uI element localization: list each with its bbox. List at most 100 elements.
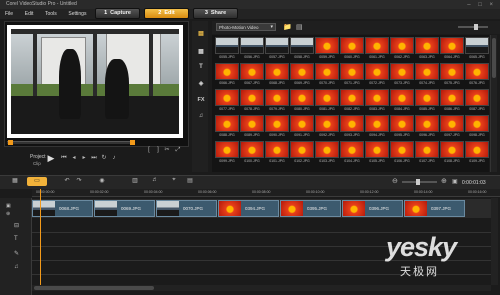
library-thumbnail[interactable]: 0064.JPG bbox=[440, 37, 464, 61]
library-thumbnail[interactable]: 0089.JPG bbox=[240, 115, 264, 139]
library-thumbnail[interactable]: 0091.JPG bbox=[290, 115, 314, 139]
library-thumbnail[interactable]: 0071.JPG bbox=[340, 63, 364, 87]
timeline-horizontal-scrollbar[interactable] bbox=[32, 285, 491, 291]
title-track-icon[interactable]: T bbox=[14, 236, 18, 242]
menu-tools[interactable]: Tools bbox=[40, 9, 62, 19]
library-thumbnail[interactable]: 0069.JPG bbox=[290, 63, 314, 87]
voice-track-icon[interactable]: ✎ bbox=[14, 250, 19, 257]
redo-icon[interactable]: ↷ bbox=[74, 177, 84, 186]
split-icon[interactable]: ✂ bbox=[163, 146, 171, 154]
library-thumbnail[interactable]: 0058.JPG bbox=[290, 37, 314, 61]
library-thumbnail[interactable]: 0084.JPG bbox=[390, 89, 414, 113]
library-thumbnail[interactable]: 0062.JPG bbox=[390, 37, 414, 61]
home-icon[interactable]: ⏮ bbox=[60, 154, 68, 162]
undo-icon[interactable]: ↶ bbox=[62, 177, 72, 186]
library-thumbnail[interactable]: 0094.JPG bbox=[365, 115, 389, 139]
previous-icon[interactable]: ◂ bbox=[70, 154, 78, 162]
timeline-clip[interactable]: 0070.JPG bbox=[156, 200, 217, 217]
library-thumbnail[interactable]: 0104.JPG bbox=[340, 141, 364, 165]
library-thumbnail[interactable]: 0097.JPG bbox=[440, 115, 464, 139]
library-thumbnail[interactable]: 0106.JPG bbox=[390, 141, 414, 165]
menu-edit[interactable]: Edit bbox=[20, 9, 39, 19]
library-thumbnail[interactable]: 0092.JPG bbox=[315, 115, 339, 139]
end-icon[interactable]: ⏭ bbox=[90, 154, 98, 162]
library-thumbnail[interactable]: 0102.JPG bbox=[290, 141, 314, 165]
library-thumbnail[interactable]: 0108.JPG bbox=[440, 141, 464, 165]
slider-knob[interactable] bbox=[474, 24, 478, 30]
zoom-slider[interactable] bbox=[402, 179, 437, 185]
library-thumbnail[interactable]: 0065.JPG bbox=[465, 37, 489, 61]
scrub-bar[interactable] bbox=[7, 141, 134, 144]
thumbnail-size-slider[interactable] bbox=[458, 24, 488, 30]
menu-file[interactable]: File bbox=[0, 9, 18, 19]
library-thumbnail[interactable]: 0075.JPG bbox=[440, 63, 464, 87]
library-thumbnail[interactable]: 0099.JPG bbox=[215, 141, 239, 165]
video-track-icon[interactable]: ▣ bbox=[6, 203, 11, 209]
library-scrollbar[interactable] bbox=[490, 35, 497, 172]
timeline-clip[interactable]: 0396.JPG bbox=[342, 200, 403, 217]
overlay-track-icon[interactable]: ⊟ bbox=[14, 222, 19, 229]
library-thumbnail[interactable]: 0096.JPG bbox=[415, 115, 439, 139]
library-thumbnail[interactable]: 0082.JPG bbox=[340, 89, 364, 113]
library-thumbnail[interactable]: 0059.JPG bbox=[315, 37, 339, 61]
tab-edit[interactable]: 2 Edit bbox=[144, 8, 189, 19]
tab-capture[interactable]: 1 Capture bbox=[95, 8, 140, 19]
timeline-clip[interactable]: 0397.JPG bbox=[404, 200, 465, 217]
fullscreen-icon[interactable]: ⤢ bbox=[174, 146, 182, 154]
mark-out-icon[interactable]: ] bbox=[154, 146, 162, 154]
music-track-icon[interactable]: ♫ bbox=[14, 264, 19, 270]
graphic-tab-icon[interactable]: ◈ bbox=[195, 80, 207, 90]
add-folder-icon[interactable]: 📁 bbox=[283, 23, 292, 31]
library-thumbnail[interactable]: 0083.JPG bbox=[365, 89, 389, 113]
library-thumbnail[interactable]: 0068.JPG bbox=[265, 63, 289, 87]
library-thumbnail[interactable]: 0057.JPG bbox=[265, 37, 289, 61]
library-thumbnail[interactable]: 0087.JPG bbox=[465, 89, 489, 113]
library-thumbnail[interactable]: 0063.JPG bbox=[415, 37, 439, 61]
library-thumbnail[interactable]: 0070.JPG bbox=[315, 63, 339, 87]
timeline-view-icon[interactable]: ▭ bbox=[27, 177, 47, 186]
library-thumbnail[interactable]: 0085.JPG bbox=[415, 89, 439, 113]
library-thumbnail[interactable]: 0109.JPG bbox=[465, 141, 489, 165]
subtitle-editor-icon[interactable]: ▤ bbox=[184, 177, 196, 186]
library-category-select[interactable]: Photo-Motion Video ▾ bbox=[216, 23, 276, 31]
library-thumbnail[interactable]: 0100.JPG bbox=[240, 141, 264, 165]
playhead[interactable] bbox=[40, 189, 41, 285]
clip-mode-label[interactable]: Clip bbox=[33, 161, 41, 166]
library-thumbnail[interactable]: 0090.JPG bbox=[265, 115, 289, 139]
library-thumbnail[interactable]: 0080.JPG bbox=[290, 89, 314, 113]
timeline-vertical-scrollbar[interactable] bbox=[491, 198, 498, 285]
project-mode-label[interactable]: Project bbox=[30, 154, 46, 160]
library-thumbnail[interactable]: 0095.JPG bbox=[390, 115, 414, 139]
library-thumbnail[interactable]: 0077.JPG bbox=[215, 89, 239, 113]
timeline-clip[interactable]: 0069.JPG bbox=[94, 200, 155, 217]
filter-tab-icon[interactable]: FX bbox=[195, 97, 207, 107]
library-thumbnail[interactable]: 0078.JPG bbox=[240, 89, 264, 113]
library-thumbnail[interactable]: 0060.JPG bbox=[340, 37, 364, 61]
library-thumbnail[interactable]: 0076.JPG bbox=[465, 63, 489, 87]
library-thumbnail[interactable]: 0107.JPG bbox=[415, 141, 439, 165]
trim-start-marker[interactable] bbox=[8, 140, 13, 145]
library-thumbnail[interactable]: 0079.JPG bbox=[265, 89, 289, 113]
timeline-clip[interactable]: 0394.JPG bbox=[218, 200, 279, 217]
library-thumbnail[interactable]: 0101.JPG bbox=[265, 141, 289, 165]
zoom-in-icon[interactable]: ⊕ bbox=[441, 177, 447, 185]
zoom-knob[interactable] bbox=[416, 179, 420, 185]
fit-project-icon[interactable]: ▣ bbox=[452, 178, 458, 185]
mark-in-icon[interactable]: [ bbox=[145, 146, 153, 154]
media-tab-icon[interactable]: ▤ bbox=[195, 30, 207, 40]
storyboard-view-icon[interactable]: ▦ bbox=[8, 177, 22, 186]
zoom-out-icon[interactable]: ⊖ bbox=[392, 177, 398, 185]
next-icon[interactable]: ▸ bbox=[80, 154, 88, 162]
instant-project-tab-icon[interactable]: ▦ bbox=[195, 48, 207, 58]
library-thumbnail[interactable]: 0073.JPG bbox=[390, 63, 414, 87]
library-thumbnail[interactable]: 0061.JPG bbox=[365, 37, 389, 61]
title-tab-icon[interactable]: T bbox=[195, 64, 207, 74]
auto-music-icon[interactable]: ♬ bbox=[148, 177, 162, 186]
library-thumbnail[interactable]: 0105.JPG bbox=[365, 141, 389, 165]
library-thumbnail[interactable]: 0066.JPG bbox=[215, 63, 239, 87]
repeat-icon[interactable]: ↻ bbox=[100, 154, 108, 162]
library-thumbnail[interactable]: 0086.JPG bbox=[440, 89, 464, 113]
track-lock-icon[interactable]: ⊕ bbox=[6, 211, 10, 217]
library-thumbnail[interactable]: 0093.JPG bbox=[340, 115, 364, 139]
record-capture-icon[interactable]: ◉ bbox=[96, 177, 108, 186]
